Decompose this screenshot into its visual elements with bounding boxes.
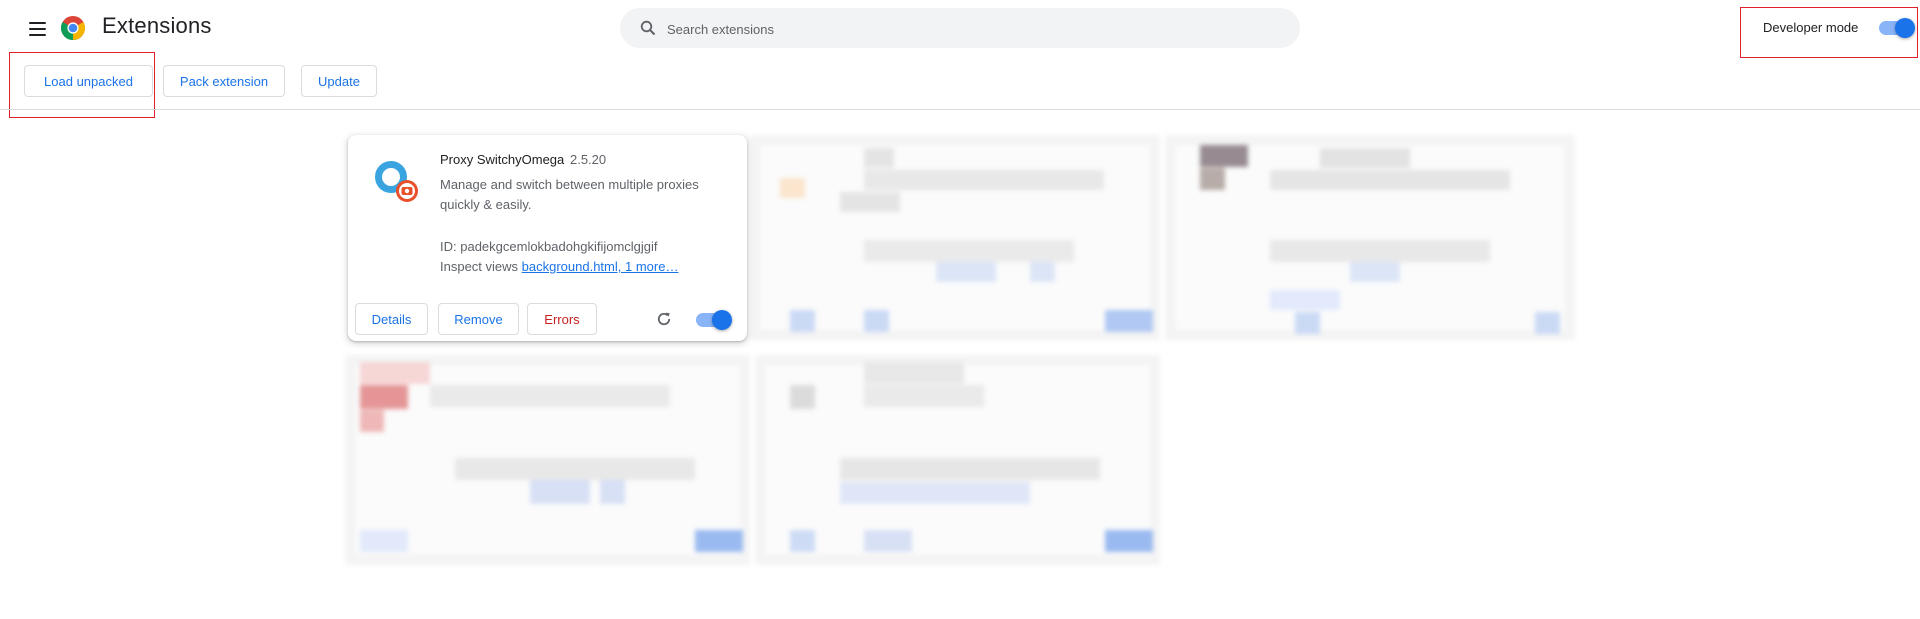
inspect-views-link[interactable]: background.html, 1 more… <box>522 259 679 274</box>
remove-button[interactable]: Remove <box>438 303 519 335</box>
extension-name: Proxy SwitchyOmega <box>440 152 565 167</box>
obscured-extension-cards <box>0 0 1920 619</box>
extension-description: Manage and switch between multiple proxi… <box>440 177 699 212</box>
extension-card: Proxy SwitchyOmega 2.5.20 Manage and swi… <box>348 135 747 341</box>
inspect-views: Inspect views background.html, 1 more… <box>440 259 679 274</box>
switchyomega-icon <box>375 161 418 202</box>
errors-button[interactable]: Errors <box>527 303 597 335</box>
extension-version: 2.5.20 <box>570 152 607 167</box>
extension-enable-toggle[interactable] <box>696 310 732 330</box>
details-button[interactable]: Details <box>355 303 428 335</box>
reload-icon[interactable] <box>655 310 673 328</box>
extension-id: ID: padekgcemlokbadohgkifijomclgjgif <box>440 239 658 254</box>
